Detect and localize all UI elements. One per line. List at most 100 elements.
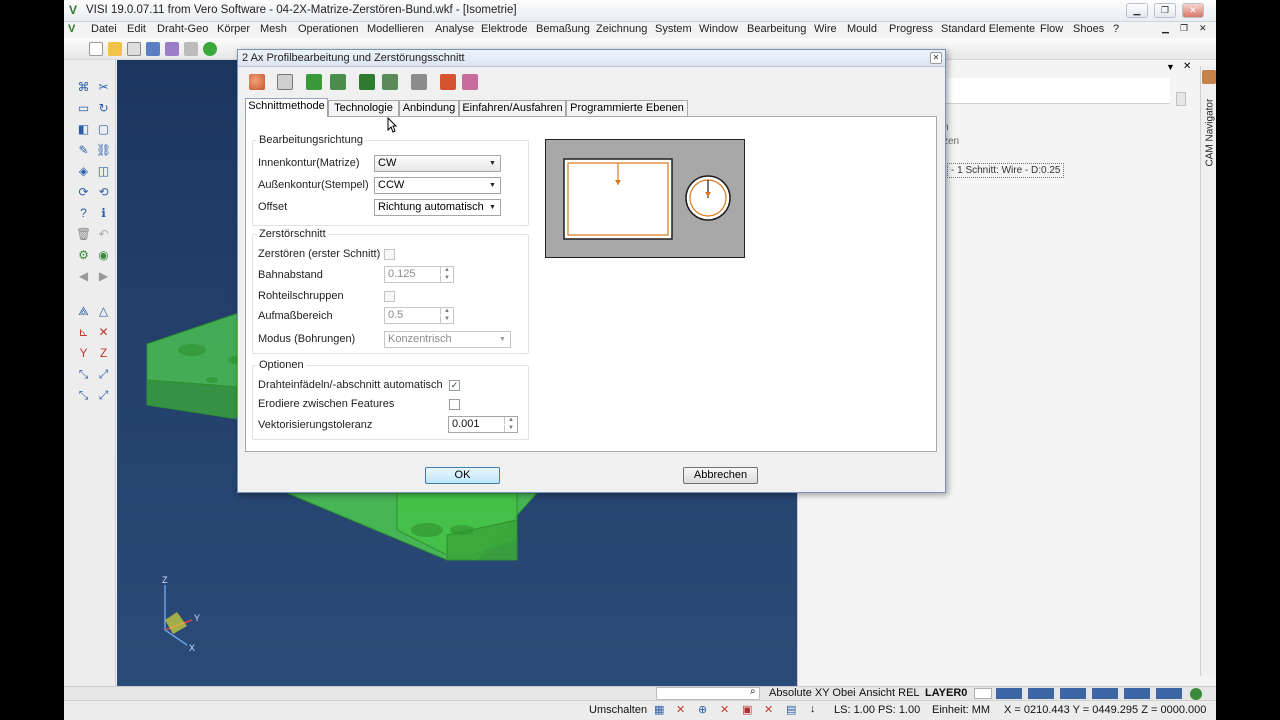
tool-view-zx-icon[interactable]: ⤡ [76, 367, 91, 382]
status-snap-icon[interactable]: ✕ [676, 703, 685, 716]
menu-zeichnung[interactable]: Zeichnung [596, 23, 647, 35]
dialog-list-icon[interactable] [462, 74, 478, 90]
inner-minimize-button[interactable]: ▁ [1162, 23, 1169, 34]
tool-view-xy-icon[interactable]: ⤡ [76, 388, 91, 403]
view-button-5[interactable] [1124, 688, 1150, 699]
spin-up-icon[interactable]: ▲ [504, 417, 517, 424]
menu-datei[interactable]: Datei [91, 23, 117, 35]
cancel-button[interactable]: Abbrechen [683, 467, 758, 484]
input-vektorisierungstoleranz[interactable]: 0.001 ▲ ▼ [448, 416, 518, 433]
panel-scroll-thumb[interactable] [1176, 92, 1186, 106]
tool-rotate-icon[interactable]: ↻ [96, 101, 111, 116]
select-innenkontur[interactable]: CW ▼ [374, 155, 501, 172]
close-window-button[interactable]: ✕ [1182, 3, 1204, 18]
menu-flow[interactable]: Flow [1040, 23, 1063, 35]
panel-pin-icon[interactable]: ▼ [1166, 62, 1175, 72]
menu-elektrode[interactable]: Elektrode [481, 23, 527, 35]
dialog-tool-shape-icon[interactable] [249, 74, 265, 90]
tree-item-wire-operation[interactable]: - 1 Schnitt: Wire - D:0.25 [947, 163, 1065, 178]
select-aussenkontur[interactable]: CCW ▼ [374, 177, 501, 194]
tool-question-icon[interactable]: ? [76, 206, 91, 221]
tool-trash-icon[interactable]: 🗑 [76, 227, 91, 242]
tool-view-triangle-icon[interactable]: △ [96, 304, 111, 319]
tool-edit-icon[interactable]: ✎ [76, 143, 91, 158]
copy-icon[interactable] [127, 42, 141, 56]
dialog-tree-edit-icon[interactable] [382, 74, 398, 90]
tab-schnittmethode[interactable]: Schnittmethode [245, 98, 328, 117]
tool-view-yz-icon[interactable]: ⤢ [96, 388, 111, 403]
navigator-side-tab[interactable]: CAM Navigator [1200, 66, 1216, 676]
new-file-icon[interactable] [89, 42, 103, 56]
tool-view-iso-icon[interactable]: ⟁ [76, 304, 91, 319]
tool-layer-icon[interactable]: ◈ [76, 164, 91, 179]
tab-anbindung[interactable]: Anbindung [399, 100, 459, 116]
menu-help[interactable]: ? [1113, 23, 1119, 35]
minimize-button[interactable]: ▁ [1126, 3, 1148, 18]
menu-system[interactable]: System [655, 23, 692, 35]
status-umschalten[interactable]: Umschalten [589, 704, 647, 716]
menu-mould[interactable]: Mould [847, 23, 877, 35]
tool-select-icon[interactable]: ⌘ [76, 80, 91, 95]
spin-up-icon[interactable]: ▲ [440, 308, 453, 315]
view-button-1[interactable] [996, 688, 1022, 699]
menu-shoes[interactable]: Shoes [1073, 23, 1104, 35]
tool-square-icon[interactable]: ▢ [96, 122, 111, 137]
status-copy-icon[interactable]: ▤ [786, 703, 796, 716]
tool-back-icon[interactable]: ◀ [76, 269, 91, 284]
tool-undo-icon[interactable]: ↶ [96, 227, 111, 242]
tool-axis-z-icon[interactable]: Z [96, 346, 111, 361]
command-input[interactable] [656, 687, 760, 700]
tool-forward-icon[interactable]: ▶ [96, 269, 111, 284]
tool-axis-x-icon[interactable]: ✕ [96, 325, 111, 340]
menu-operationen[interactable]: Operationen [298, 23, 359, 35]
tool-frame-icon[interactable]: ◧ [76, 122, 91, 137]
tool-axis-y-icon[interactable]: Y [76, 346, 91, 361]
tab-technologie[interactable]: Technologie [328, 100, 399, 116]
globe-icon[interactable] [203, 42, 217, 56]
menu-bearbeitung[interactable]: Bearbeitung [747, 23, 806, 35]
tool-color-icon[interactable]: ◉ [96, 248, 111, 263]
tool-redraw-icon[interactable]: ⟲ [96, 185, 111, 200]
command-search-icon[interactable]: ⌕ [750, 686, 756, 697]
tool-cube-icon[interactable]: ◫ [96, 164, 111, 179]
menu-modellieren[interactable]: Modellieren [367, 23, 424, 35]
tool-info-icon[interactable]: ℹ [96, 206, 111, 221]
menu-wire[interactable]: Wire [814, 23, 837, 35]
spin-down-icon[interactable]: ▼ [440, 275, 453, 282]
spin-up-icon[interactable]: ▲ [440, 267, 453, 274]
status-absolute[interactable]: Absolute XY Obei [769, 687, 856, 699]
menu-bemassung[interactable]: Bemaßung [536, 23, 590, 35]
layer-swatch[interactable] [974, 688, 992, 699]
menu-progress[interactable]: Progress [889, 23, 933, 35]
checkbox-rohteilschruppen[interactable] [384, 291, 395, 302]
tab-einfahren-ausfahren[interactable]: Einfahren/Ausfahren [459, 100, 566, 116]
dialog-tree-link-icon[interactable] [330, 74, 346, 90]
select-offset[interactable]: Richtung automatisch ▼ [374, 199, 501, 216]
tool-refresh-icon[interactable]: ⟳ [76, 185, 91, 200]
dialog-tree-add-icon[interactable] [359, 74, 375, 90]
dialog-printer-icon[interactable] [277, 74, 293, 90]
menu-edit[interactable]: Edit [127, 23, 146, 35]
status-layer-lock-icon[interactable]: ▣ [742, 703, 752, 716]
select-modus-bohrungen[interactable]: Konzentrisch ▼ [384, 331, 511, 348]
status-ortho-icon[interactable]: ⊕ [698, 703, 707, 716]
print-icon[interactable] [184, 42, 198, 56]
tab-programmierte-ebenen[interactable]: Programmierte Ebenen [566, 100, 688, 116]
print-preview-icon[interactable] [165, 42, 179, 56]
checkbox-erodiere[interactable] [449, 399, 460, 410]
menu-window[interactable]: Window [699, 23, 738, 35]
menu-analyse[interactable]: Analyse [435, 23, 474, 35]
tool-link-icon[interactable]: ⛓ [96, 143, 111, 158]
panel-close-icon[interactable]: ✕ [1183, 61, 1191, 72]
save-icon[interactable] [146, 42, 160, 56]
ok-button[interactable]: OK [425, 467, 500, 484]
inner-restore-button[interactable]: ❐ [1180, 23, 1188, 34]
dialog-tree-icon[interactable] [306, 74, 322, 90]
spin-down-icon[interactable]: ▼ [440, 316, 453, 323]
tool-deselect-icon[interactable]: ✂ [96, 80, 111, 95]
menu-standard-elemente[interactable]: Standard Elemente [941, 23, 1035, 35]
status-arrow-icon[interactable]: ↓ [810, 703, 816, 715]
view-button-2[interactable] [1028, 688, 1054, 699]
view-button-3[interactable] [1060, 688, 1086, 699]
open-folder-icon[interactable] [108, 42, 122, 56]
